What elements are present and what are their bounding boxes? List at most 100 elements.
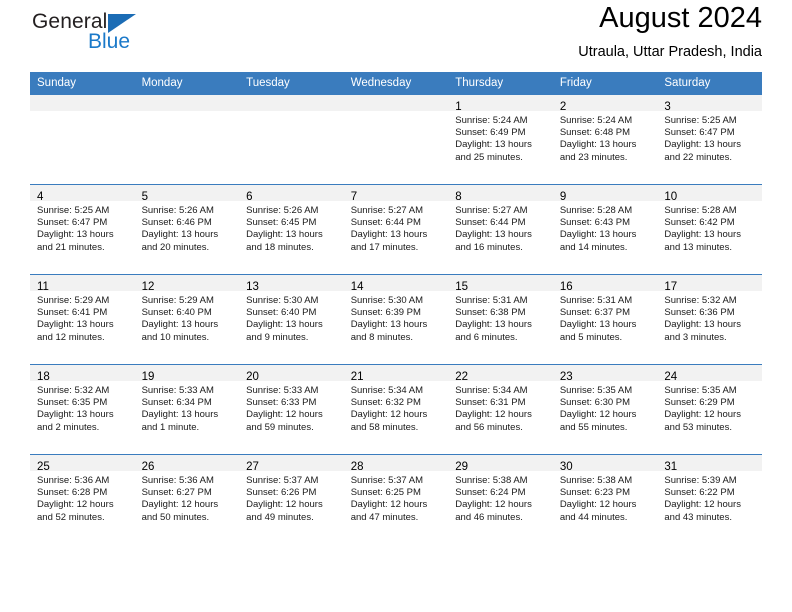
day-info-line: Daylight: 13 hours [350,319,428,331]
day-info-line: and 18 minutes. [246,241,314,253]
day-number: 8 [455,191,462,203]
calendar-day-cell[interactable]: 4 Sunrise: 5:25 AM Sunset: 6:47 PM Daylight… [30,184,135,275]
day-info-line: and 16 minutes. [455,241,523,253]
day-info-line: Daylight: 13 hours [141,319,219,331]
day-number-band: 17 [657,275,762,293]
day-info-line: Sunset: 6:40 PM [246,307,317,319]
day-number: 6 [246,191,253,203]
calendar-day-cell[interactable]: 26 Sunrise: 5:36 AM Sunset: 6:27 PM Dayligh… [134,454,240,545]
day-cell-inner: 20 Sunrise: 5:33 AM Sunset: 6:33 PM Dayligh… [239,365,344,454]
calendar-week-row: 4 Sunrise: 5:25 AM Sunset: 6:47 PM Daylight… [30,184,762,275]
day-info-line: Sunset: 6:41 PM [37,307,108,319]
day-info-line: and 13 minutes. [664,241,732,253]
day-info-line: Sunset: 6:48 PM [559,127,631,139]
calendar-day-cell[interactable]: 5 Sunrise: 5:26 AM Sunset: 6:46 PM Daylight… [134,184,240,275]
calendar-day-cell[interactable]: 11 Sunrise: 5:29 AM Sunset: 6:41 PM Dayligh… [30,274,135,365]
calendar-day-cell[interactable]: 23 Sunrise: 5:35 AM Sunset: 6:30 PM Dayligh… [552,364,658,455]
day-info-line: Sunset: 6:40 PM [141,307,212,319]
calendar-day-cell[interactable]: 22 Sunrise: 5:34 AM Sunset: 6:31 PM Dayligh… [448,364,553,455]
day-cell-inner: 31 Sunrise: 5:39 AM Sunset: 6:22 PM Dayligh… [657,455,762,545]
calendar-day-cell-empty [30,94,135,185]
calendar-day-cell[interactable]: 19 Sunrise: 5:33 AM Sunset: 6:34 PM Dayligh… [134,364,240,455]
day-number-band: 15 [448,275,553,293]
calendar-day-cell[interactable]: 10 Sunrise: 5:28 AM Sunset: 6:42 PM Dayligh… [657,184,762,275]
calendar-day-cell[interactable]: 21 Sunrise: 5:34 AM Sunset: 6:32 PM Dayligh… [343,364,449,455]
calendar-day-cell[interactable]: 13 Sunrise: 5:30 AM Sunset: 6:40 PM Dayligh… [239,274,344,365]
calendar-day-cell[interactable]: 18 Sunrise: 5:32 AM Sunset: 6:35 PM Dayligh… [30,364,135,455]
day-info-line: Sunset: 6:47 PM [37,217,108,229]
calendar-day-cell[interactable]: 20 Sunrise: 5:33 AM Sunset: 6:33 PM Dayligh… [239,364,344,455]
calendar-day-cell[interactable]: 15 Sunrise: 5:31 AM Sunset: 6:38 PM Dayligh… [448,274,553,365]
calendar-day-cell[interactable]: 2 Sunrise: 5:24 AM Sunset: 6:48 PM Daylight… [552,94,658,185]
day-info-line: Sunrise: 5:35 AM [559,385,633,396]
calendar-day-cell[interactable]: 9 Sunrise: 5:28 AM Sunset: 6:43 PM Daylight… [552,184,658,275]
day-info-line: Daylight: 12 hours [246,409,323,421]
day-info-line: Sunrise: 5:33 AM [141,385,214,396]
day-number: 27 [246,461,259,473]
day-number: 9 [559,191,567,203]
day-cell-inner: 8 Sunrise: 5:27 AM Sunset: 6:44 PM Daylight… [448,185,553,274]
weekday-header-monday: Monday [134,72,240,95]
day-info-line: Sunset: 6:39 PM [350,307,421,319]
day-info-line: and 5 minutes. [559,331,623,343]
day-cell-details: Sunrise: 5:36 AM Sunset: 6:28 PM Daylight:… [30,471,135,524]
calendar-day-cell[interactable]: 3 Sunrise: 5:25 AM Sunset: 6:47 PM Daylight… [657,94,762,185]
day-cell-inner: 12 Sunrise: 5:29 AM Sunset: 6:40 PM Dayligh… [134,275,240,364]
calendar-day-cell[interactable]: 6 Sunrise: 5:26 AM Sunset: 6:45 PM Daylight… [239,184,344,275]
day-number: 20 [246,371,259,383]
day-number: 5 [141,191,148,203]
day-number-band [239,95,344,111]
day-number-band: 5 [134,185,240,203]
calendar-day-cell[interactable]: 17 Sunrise: 5:32 AM Sunset: 6:36 PM Dayligh… [657,274,762,365]
day-info-line: Sunrise: 5:38 AM [455,475,528,486]
day-cell-details: Sunrise: 5:29 AM Sunset: 6:40 PM Daylight:… [135,291,240,344]
calendar-day-cell[interactable]: 29 Sunrise: 5:38 AM Sunset: 6:24 PM Dayligh… [448,454,553,545]
day-number-band: 27 [239,455,344,473]
day-cell-details: Sunrise: 5:32 AM Sunset: 6:36 PM Daylight:… [657,291,762,344]
day-number: 16 [559,281,573,293]
calendar-day-cell[interactable]: 27 Sunrise: 5:37 AM Sunset: 6:26 PM Dayligh… [239,454,344,545]
calendar-day-cell[interactable]: 1 Sunrise: 5:24 AM Sunset: 6:49 PM Daylight… [448,94,553,185]
calendar-day-cell[interactable]: 24 Sunrise: 5:35 AM Sunset: 6:29 PM Dayligh… [657,364,762,455]
calendar-day-cell[interactable]: 16 Sunrise: 5:31 AM Sunset: 6:37 PM Dayligh… [552,274,658,365]
day-info-line: Daylight: 12 hours [664,499,741,511]
day-cell-inner: 29 Sunrise: 5:38 AM Sunset: 6:24 PM Dayligh… [448,455,553,545]
day-cell-details [135,111,240,115]
general-blue-logo[interactable]: General Blue [30,8,180,64]
day-info-line: Sunset: 6:45 PM [246,217,317,229]
day-info-line: Sunset: 6:46 PM [141,217,212,229]
day-info-line: Daylight: 13 hours [664,229,741,241]
day-cell-inner: 21 Sunrise: 5:34 AM Sunset: 6:32 PM Dayligh… [343,365,449,454]
day-number-band: 13 [239,275,344,293]
day-info-line: Sunrise: 5:36 AM [37,475,110,486]
day-number: 11 [37,281,49,293]
calendar-day-cell[interactable]: 12 Sunrise: 5:29 AM Sunset: 6:40 PM Dayligh… [134,274,240,365]
day-cell-inner: 3 Sunrise: 5:25 AM Sunset: 6:47 PM Daylight… [657,95,762,184]
day-cell-inner: 30 Sunrise: 5:38 AM Sunset: 6:23 PM Dayligh… [552,455,658,545]
day-info-line: Daylight: 12 hours [350,409,428,421]
calendar-day-cell[interactable]: 28 Sunrise: 5:37 AM Sunset: 6:25 PM Dayligh… [343,454,449,545]
day-number: 12 [141,281,155,293]
day-info-line: Sunset: 6:47 PM [664,127,735,139]
day-cell-details: Sunrise: 5:27 AM Sunset: 6:44 PM Daylight:… [344,201,449,254]
day-cell-details: Sunrise: 5:25 AM Sunset: 6:47 PM Daylight:… [657,111,762,164]
day-info-line: and 25 minutes. [455,151,523,163]
calendar-day-cell[interactable]: 31 Sunrise: 5:39 AM Sunset: 6:22 PM Dayligh… [657,454,762,545]
day-cell-details: Sunrise: 5:26 AM Sunset: 6:45 PM Daylight:… [239,201,344,254]
calendar-day-cell[interactable]: 7 Sunrise: 5:27 AM Sunset: 6:44 PM Daylight… [343,184,449,275]
day-info-line: and 20 minutes. [141,241,210,253]
day-number-band: 28 [343,455,449,473]
day-number: 25 [37,461,50,473]
calendar-day-cell[interactable]: 30 Sunrise: 5:38 AM Sunset: 6:23 PM Dayligh… [552,454,658,545]
day-cell-inner: 16 Sunrise: 5:31 AM Sunset: 6:37 PM Dayligh… [552,275,658,364]
day-info-line: Sunrise: 5:38 AM [559,475,633,486]
day-info-line: Sunset: 6:24 PM [455,487,526,499]
day-number-band: 19 [134,365,240,383]
calendar-day-cell[interactable]: 14 Sunrise: 5:30 AM Sunset: 6:39 PM Dayligh… [343,274,449,365]
day-info-line: Sunrise: 5:24 AM [559,115,633,126]
day-info-line: and 22 minutes. [664,151,732,163]
day-info-line: and 6 minutes. [455,331,518,343]
day-info-line: Sunset: 6:36 PM [664,307,735,319]
calendar-day-cell[interactable]: 25 Sunrise: 5:36 AM Sunset: 6:28 PM Dayligh… [30,454,135,545]
calendar-day-cell[interactable]: 8 Sunrise: 5:27 AM Sunset: 6:44 PM Daylight… [448,184,553,275]
